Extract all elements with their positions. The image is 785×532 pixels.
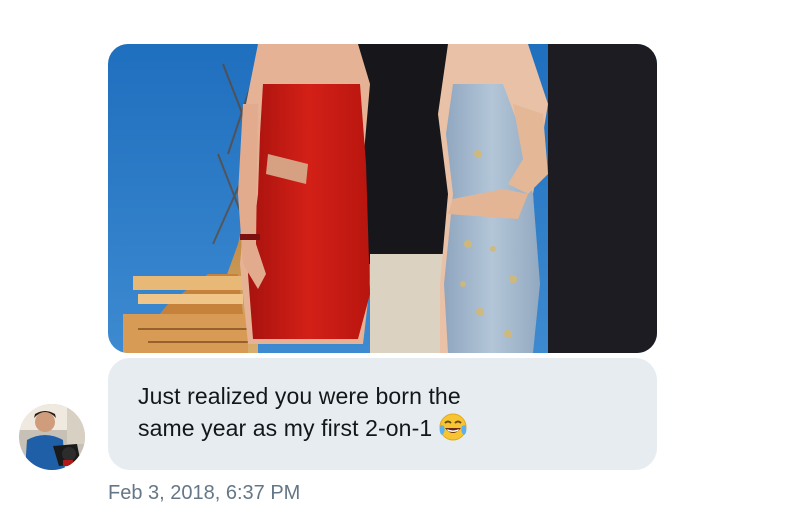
photo-attachment[interactable] (108, 44, 657, 353)
message-line-2: same year as my first 2-on-1 (138, 412, 627, 450)
message-group: Just realized you were born the same yea… (0, 0, 785, 532)
message-text: Just realized you were born the same yea… (138, 380, 627, 450)
avatar-image (19, 404, 85, 470)
message-bubble: Just realized you were born the same yea… (108, 358, 657, 470)
avatar[interactable] (19, 404, 85, 470)
message-timestamp: Feb 3, 2018, 6:37 PM (108, 482, 301, 504)
message-line-1: Just realized you were born the (138, 383, 461, 409)
message-line-2-text: same year as my first 2-on-1 (138, 415, 433, 441)
photo-image (108, 44, 657, 353)
face-with-tears-of-joy-icon (438, 412, 468, 450)
